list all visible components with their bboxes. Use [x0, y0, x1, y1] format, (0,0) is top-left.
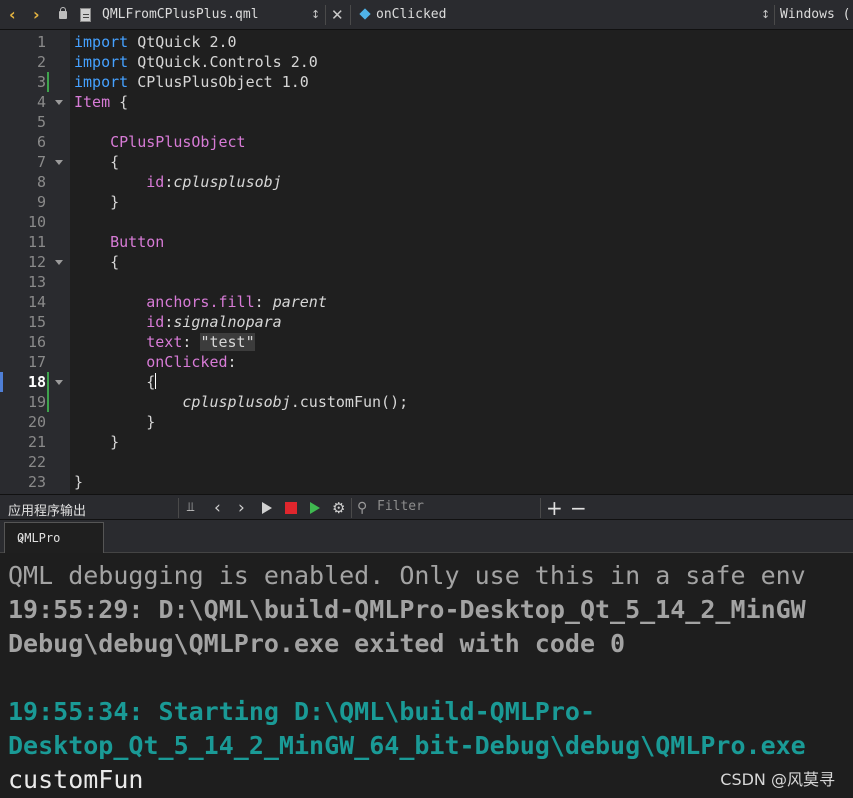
chevron-right-icon[interactable]: ›	[238, 495, 245, 521]
editor-toolbar: ‹ › QMLFromCPlusPlus.qml ↕ ✕ onClicked ↕…	[0, 0, 853, 30]
line-number-14[interactable]: 14	[0, 292, 46, 312]
line-number-17[interactable]: 17	[0, 352, 46, 372]
code-line-23: }	[74, 473, 84, 491]
stop-icon[interactable]	[285, 502, 297, 514]
line-ending-selector[interactable]: Windows (	[780, 7, 850, 22]
output-pane-title: 应用程序输出	[8, 504, 87, 519]
line-number-23[interactable]: 23	[0, 472, 46, 492]
line-number-7[interactable]: 7	[0, 152, 46, 172]
code-line-14: anchors.fill: parent	[146, 293, 327, 311]
separator	[350, 5, 351, 25]
search-icon: ⚲	[357, 500, 368, 516]
text-cursor	[155, 373, 157, 389]
fold-toggle-icon[interactable]	[55, 380, 63, 385]
line-number-8[interactable]: 8	[0, 172, 46, 192]
code-line-15: id:signalnopara	[146, 313, 282, 331]
code-line-11: Button	[110, 233, 165, 251]
file-name[interactable]: QMLFromCPlusPlus.qml	[102, 7, 259, 22]
output-line: Debug\debug\QMLPro.exe exited with code …	[8, 629, 626, 658]
line-number-16[interactable]: 16	[0, 332, 46, 352]
output-tab-bar: QMLPro ↗	[0, 520, 853, 553]
line-number-5[interactable]: 5	[0, 112, 46, 132]
code-line-4: Item {	[74, 93, 129, 111]
modified-line-marker	[47, 372, 49, 392]
modified-line-marker	[47, 72, 49, 92]
debug-run-icon[interactable]	[310, 502, 320, 514]
symbol-icon	[359, 8, 371, 20]
code-line-7: {	[74, 153, 120, 171]
gear-icon[interactable]: ⚙	[332, 495, 345, 521]
clear-output-icon[interactable]: ⫫	[187, 495, 194, 521]
code-line-16: text: "test"	[146, 333, 255, 351]
line-number-12[interactable]: 12	[0, 252, 46, 272]
line-number-18[interactable]: 18	[0, 372, 46, 392]
line-number-22[interactable]: 22	[0, 452, 46, 472]
output-line: Desktop_Qt_5_14_2_MinGW_64_bit-Debug\deb…	[8, 731, 806, 760]
separator	[540, 498, 541, 518]
lock-icon[interactable]	[59, 7, 67, 19]
code-line-17: onClicked:	[146, 353, 237, 371]
symbol-dropdown-icon[interactable]: ↕	[761, 0, 770, 30]
output-line: customFun	[8, 765, 144, 794]
fold-toggle-icon[interactable]	[55, 100, 63, 105]
code-line-21: }	[74, 433, 120, 451]
line-number-gutter[interactable]: 1 2 3 4 5 6 7 8 9 10 11 12 13 14 15 16 17 18 19 20 21 22 23	[0, 30, 70, 494]
chevron-left-icon[interactable]: ‹	[214, 495, 221, 521]
application-output[interactable]: QML debugging is enabled. Only use this …	[0, 554, 853, 798]
run-icon[interactable]	[262, 502, 272, 514]
line-number-21[interactable]: 21	[0, 432, 46, 452]
separator	[178, 498, 179, 518]
code-line-20: }	[74, 413, 156, 431]
remove-button[interactable]: −	[570, 495, 587, 521]
line-number-3[interactable]: 3	[0, 72, 46, 92]
line-number-2[interactable]: 2	[0, 52, 46, 72]
code-line-3: import CPlusPlusObject 1.0	[74, 73, 309, 91]
current-symbol[interactable]: onClicked	[376, 7, 446, 22]
file-dropdown-icon[interactable]: ↕	[311, 0, 320, 30]
code-line-12: {	[74, 253, 120, 271]
output-pane-toolbar: 应用程序输出 ⫫ ‹ › ⚙ ⚲ Filter + −	[0, 494, 853, 520]
filter-input[interactable]: Filter	[377, 499, 424, 514]
separator	[774, 5, 775, 25]
output-line: QML debugging is enabled. Only use this …	[8, 561, 806, 590]
separator	[351, 498, 352, 518]
line-number-15[interactable]: 15	[0, 312, 46, 332]
modified-line-marker	[47, 392, 49, 412]
line-number-13[interactable]: 13	[0, 272, 46, 292]
close-icon[interactable]: ✕	[331, 0, 344, 30]
line-number-9[interactable]: 9	[0, 192, 46, 212]
current-line-marker	[0, 372, 3, 392]
code-line-6: CPlusPlusObject	[110, 133, 246, 151]
line-number-10[interactable]: 10	[0, 212, 46, 232]
code-line-8: id:cplusplusobj	[146, 173, 282, 191]
fold-toggle-icon[interactable]	[55, 260, 63, 265]
chevron-right-icon[interactable]: ›	[33, 0, 40, 30]
line-number-19[interactable]: 19	[0, 392, 46, 412]
watermark: CSDN @风莫寻	[720, 770, 835, 789]
line-number-4[interactable]: 4	[0, 92, 46, 112]
code-editor[interactable]: import QtQuick 2.0 import QtQuick.Contro…	[70, 30, 853, 494]
code-line-18: {	[74, 373, 157, 391]
line-number-11[interactable]: 11	[0, 232, 46, 252]
separator	[325, 5, 326, 25]
qml-file-icon	[80, 8, 91, 22]
line-number-1[interactable]: 1	[0, 32, 46, 52]
chevron-left-icon[interactable]: ‹	[9, 0, 16, 30]
code-line-19: cplusplusobj.customFun();	[182, 393, 409, 411]
fold-toggle-icon[interactable]	[55, 160, 63, 165]
tab-qmlpro[interactable]: QMLPro ↗	[4, 522, 104, 553]
code-line-1: import QtQuick 2.0	[74, 33, 237, 51]
line-number-20[interactable]: 20	[0, 412, 46, 432]
line-number-6[interactable]: 6	[0, 132, 46, 152]
code-line-9: }	[74, 193, 120, 211]
pin-icon[interactable]: ↗	[17, 531, 24, 545]
output-line: 19:55:34: Starting D:\QML\build-QMLPro-	[8, 697, 595, 726]
output-line: 19:55:29: D:\QML\build-QMLPro-Desktop_Qt…	[8, 595, 806, 624]
code-line-2: import QtQuick.Controls 2.0	[74, 53, 318, 71]
add-button[interactable]: +	[546, 495, 563, 521]
